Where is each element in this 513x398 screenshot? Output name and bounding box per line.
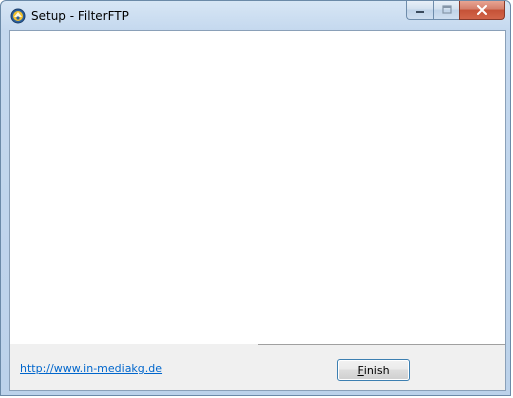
title-bar[interactable]: Setup - FilterFTP — [1, 1, 510, 31]
website-link[interactable]: http://www.in-mediakg.de — [20, 362, 162, 375]
finish-label: inish — [363, 363, 390, 377]
filterftp-app-icon[interactable] — [10, 8, 26, 24]
setup-content: http://www.in-mediakg.de Finish — [9, 30, 506, 391]
maximize-button[interactable] — [433, 1, 459, 20]
maximize-icon — [441, 5, 452, 14]
footer-divider — [258, 344, 505, 345]
close-icon — [477, 5, 487, 15]
finish-button[interactable]: Finish — [337, 359, 410, 381]
close-button[interactable] — [459, 1, 505, 20]
minimize-icon — [416, 11, 424, 13]
blank-panel — [10, 31, 505, 344]
caption-buttons — [406, 1, 505, 20]
setup-window: Setup - FilterFTP http://www.in-mediakg.… — [0, 0, 511, 396]
minimize-button[interactable] — [406, 1, 433, 20]
window-title: Setup - FilterFTP — [31, 9, 129, 23]
